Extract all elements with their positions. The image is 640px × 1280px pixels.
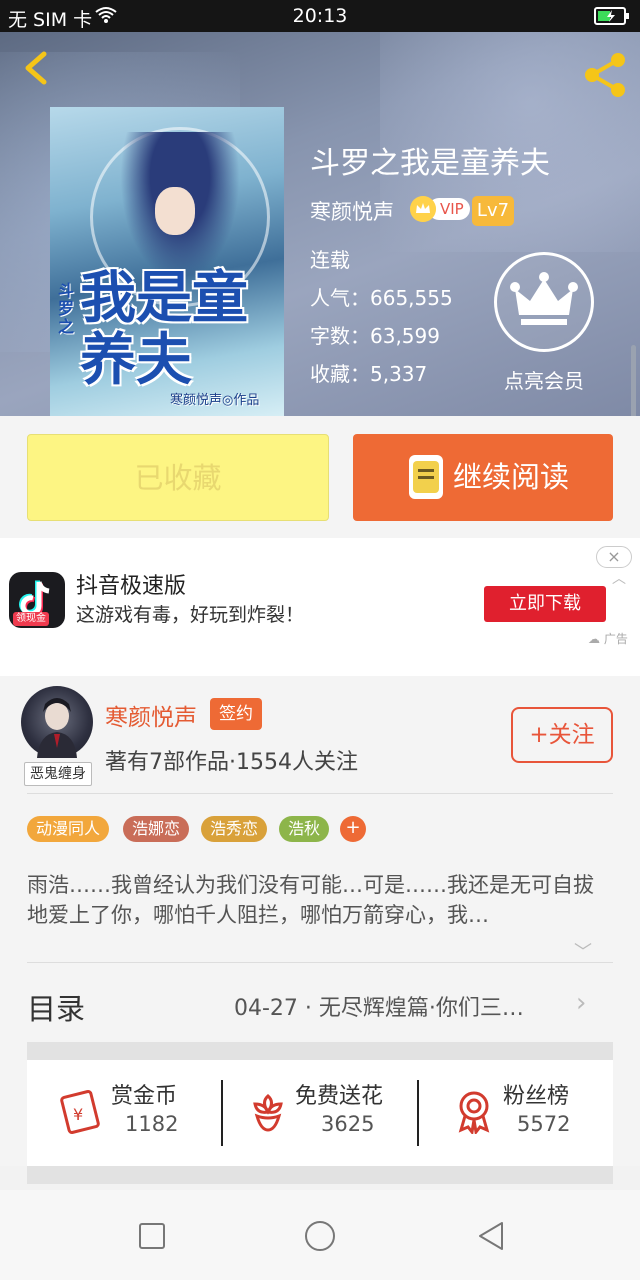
reward-count: 5572 — [517, 1112, 571, 1136]
svg-text:¥: ¥ — [73, 1105, 83, 1124]
reward-title: 粉丝榜 — [503, 1084, 570, 1109]
action-bar: 已收藏 继续阅读 — [0, 416, 640, 538]
crown-icon — [410, 196, 436, 222]
popularity-stat: 人气：665,555 — [310, 286, 453, 310]
tag-haona[interactable]: 浩娜恋 — [123, 816, 190, 842]
crown-icon — [510, 272, 578, 325]
tag-haoxiu[interactable]: 浩秀恋 — [201, 816, 268, 842]
chevron-down-icon[interactable]: ﹀ — [574, 938, 592, 964]
system-nav-bar — [0, 1190, 640, 1280]
clock: 20:13 — [292, 5, 348, 27]
reward-fan-ranking[interactable]: 粉丝榜 5572 — [419, 1060, 614, 1178]
ad-label: ☁ 广告 — [588, 632, 628, 646]
ad-label-text: 广告 — [603, 632, 628, 646]
chevron-up-icon[interactable]: ︿ — [612, 568, 626, 588]
book-cover[interactable]: 斗罗之 我是童养夫 寒颜悦声◎作品 — [50, 107, 284, 416]
recents-icon[interactable] — [134, 1218, 170, 1254]
reward-title: 赏金币 — [111, 1084, 178, 1109]
toc-latest-chapter[interactable]: 04-27 · 无尽辉煌篇·你们三… — [234, 990, 564, 1022]
section-separator — [27, 1042, 613, 1060]
reward-count: 3625 — [321, 1112, 375, 1136]
reward-title: 免费送花 — [295, 1084, 384, 1109]
collected-button[interactable]: 已收藏 — [27, 434, 329, 521]
book-intro[interactable]: 雨浩……我曾经认为我们没有可能…可是……我还是无可自拔地爱上了你，哪怕千人阻拦，… — [27, 870, 613, 930]
cover-side-title: 斗罗之 — [58, 281, 75, 336]
cover-title: 我是童养夫 — [80, 265, 248, 393]
reward-flower[interactable]: 免费送花 3625 — [223, 1060, 418, 1178]
follow-button[interactable]: +关注 — [511, 707, 613, 763]
status-bar: 无 SIM 卡 20:13 — [0, 0, 640, 32]
battery-icon — [594, 7, 629, 25]
level-badge: Lv7 — [472, 196, 514, 226]
author-works: 著有7部作品·1554人关注 — [105, 750, 358, 775]
divider — [27, 793, 613, 794]
back-nav-icon[interactable] — [472, 1218, 508, 1254]
toc-label[interactable]: 目录 — [27, 986, 85, 1028]
medal-icon — [458, 1091, 490, 1134]
douyin-app-icon[interactable]: 领现金 — [9, 572, 65, 628]
member-button[interactable] — [494, 252, 594, 352]
favorites-stat: 收藏：5,337 — [310, 362, 428, 386]
divider — [27, 962, 613, 963]
continue-reading-label: 继续阅读 — [453, 460, 570, 494]
book-icon — [409, 455, 443, 499]
signed-badge: 签约 — [210, 698, 262, 730]
ad-banner[interactable]: 领现金 抖音极速版 这游戏有毒，好玩到炸裂！ 立即下载 × ︿ ☁ 广告 — [0, 538, 640, 676]
reward-gold-coin[interactable]: ¥ 赏金币 1182 — [27, 1060, 222, 1178]
icon-tag: 领现金 — [13, 612, 49, 626]
book-header: 斗罗之 我是童养夫 寒颜悦声◎作品 斗罗之我是童养夫 寒颜悦声 VIP Lv7 … — [0, 32, 640, 416]
add-tag-icon[interactable]: + — [340, 816, 366, 842]
tag-anime-fanfic[interactable]: 动漫同人 — [27, 816, 110, 842]
book-title: 斗罗之我是童养夫 — [310, 146, 550, 181]
author-avatar[interactable] — [21, 686, 93, 758]
cover-author: 寒颜悦声◎作品 — [170, 393, 260, 408]
word-count-stat: 字数：63,599 — [310, 324, 440, 348]
flower-icon — [253, 1094, 283, 1132]
section-separator — [27, 1166, 613, 1184]
author-name[interactable]: 寒颜悦声 — [105, 698, 197, 732]
download-button[interactable]: 立即下载 — [484, 586, 606, 622]
cover-face — [155, 187, 195, 235]
reward-count: 1182 — [125, 1112, 179, 1136]
ad-close-icon[interactable]: × — [596, 546, 632, 568]
chevron-right-icon[interactable]: › — [576, 988, 586, 1018]
book-author[interactable]: 寒颜悦声 — [310, 196, 394, 226]
ad-app-name: 抖音极速版 — [76, 574, 187, 599]
book-status: 连载 — [310, 248, 350, 272]
ad-description: 这游戏有毒，好玩到炸裂！ — [76, 604, 305, 626]
share-icon[interactable] — [580, 50, 630, 100]
avatar-tag: 恶鬼缠身 — [24, 762, 92, 786]
back-icon[interactable] — [14, 46, 58, 90]
red-envelope-icon: ¥ — [60, 1090, 100, 1134]
member-label[interactable]: 点亮会员 — [488, 365, 600, 394]
home-icon[interactable] — [302, 1218, 338, 1254]
rewards-bar: ¥ 赏金币 1182 免费送花 3625 粉丝榜 5572 — [27, 1060, 613, 1178]
avatar-figure-icon — [37, 698, 77, 758]
continue-reading-button[interactable]: 继续阅读 — [353, 434, 613, 521]
tag-haoqiu[interactable]: 浩秋 — [279, 816, 330, 842]
